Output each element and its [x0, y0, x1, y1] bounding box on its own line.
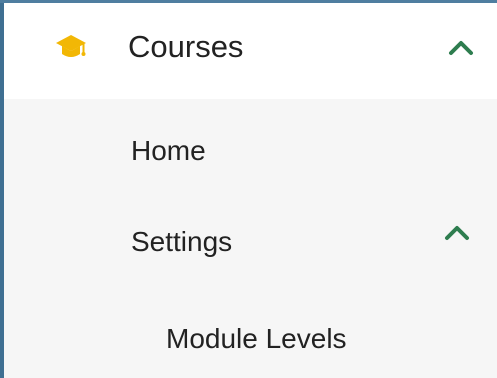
courses-menu-header[interactable]: Courses [4, 3, 497, 99]
menu-item-settings-row[interactable] [4, 195, 497, 285]
chevron-up-icon[interactable] [448, 38, 474, 56]
menu-item-settings[interactable]: Settings [131, 226, 232, 258]
chevron-up-icon[interactable] [444, 223, 470, 241]
menu-item-home[interactable]: Home [131, 135, 206, 167]
courses-menu: Courses Home Settings Module Levels [0, 0, 497, 378]
menu-item-module-levels[interactable]: Module Levels [166, 323, 347, 355]
courses-menu-label: Courses [128, 29, 244, 64]
graduation-cap-icon [56, 35, 86, 57]
